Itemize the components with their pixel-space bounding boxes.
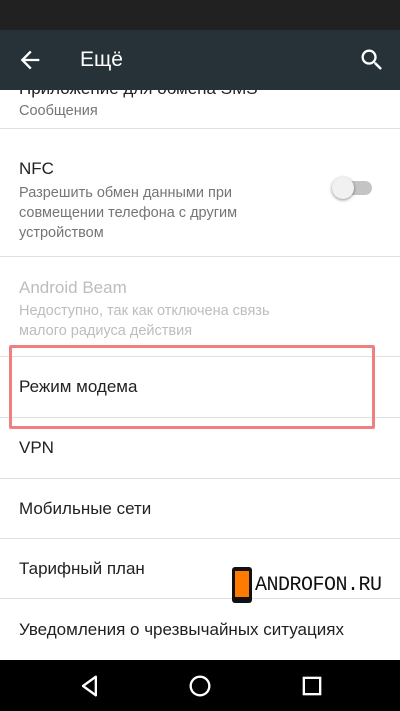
- page-title: Ещё: [80, 48, 123, 71]
- item-title: Приложение для обмена SMS: [19, 90, 258, 100]
- item-summary: Сообщения: [19, 103, 98, 119]
- toggle-thumb: [332, 177, 354, 199]
- list-item-emergency-alerts[interactable]: Уведомления о чрезвычайных ситуациях: [0, 599, 400, 660]
- navigation-bar: [0, 660, 400, 711]
- watermark-text: ANDROFON.RU: [255, 573, 382, 597]
- search-icon[interactable]: [358, 46, 386, 74]
- item-summary: Недоступно, так как отключена связь мало…: [19, 303, 270, 339]
- item-title: NFC: [19, 159, 54, 178]
- status-bar: [0, 0, 400, 30]
- nfc-toggle[interactable]: [332, 175, 374, 199]
- item-title: Android Beam: [19, 278, 127, 297]
- item-summary: Разрешить обмен данными при совмещении т…: [19, 185, 238, 241]
- list-item-mobile-networks[interactable]: Мобильные сети: [0, 479, 400, 539]
- item-title: Тарифный план: [19, 559, 145, 578]
- item-title: Уведомления о чрезвычайных ситуациях: [19, 620, 344, 639]
- list-item-android-beam: Android Beam Недоступно, так как отключе…: [0, 257, 400, 357]
- list-item-nfc[interactable]: NFC Разрешить обмен данными при совмещен…: [0, 129, 400, 257]
- item-title: VPN: [19, 438, 54, 457]
- list-item-tethering[interactable]: Режим модема: [0, 357, 400, 418]
- triangle-back-icon[interactable]: [76, 672, 104, 700]
- arrow-left-icon[interactable]: [16, 46, 44, 74]
- phone-logo-icon: [232, 567, 252, 603]
- list-item-sms-app[interactable]: Приложение для обмена SMS Сообщения: [0, 90, 400, 129]
- list-item-vpn[interactable]: VPN: [0, 418, 400, 479]
- item-title: Режим модема: [19, 377, 138, 396]
- item-title: Мобильные сети: [19, 499, 152, 518]
- watermark: ANDROFON.RU: [232, 566, 382, 604]
- app-bar: Ещё: [0, 30, 400, 90]
- circle-home-icon[interactable]: [186, 672, 214, 700]
- square-recents-icon[interactable]: [298, 672, 326, 700]
